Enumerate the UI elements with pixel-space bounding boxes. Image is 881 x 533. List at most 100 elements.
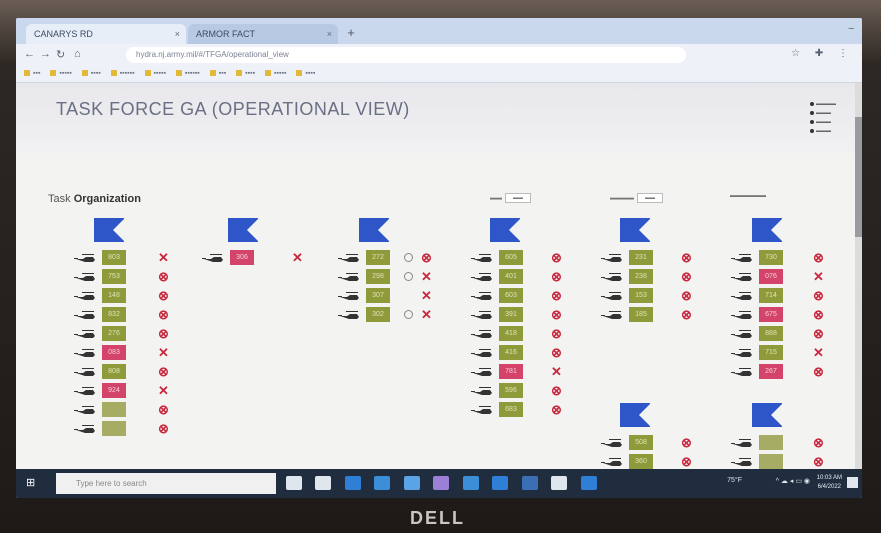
unit-flag-icon[interactable] [752,218,783,242]
circle-x-icon[interactable]: ⊗ [158,327,169,341]
tail-number-badge[interactable]: 888 [759,326,783,341]
circle-x-icon[interactable]: ⊗ [813,455,824,469]
app-icon[interactable] [551,476,568,490]
widgets-icon[interactable] [315,476,332,490]
tail-number-badge[interactable]: 416 [499,345,523,360]
aircraft-row[interactable]: 803 ✕ [74,250,172,266]
circle-x-icon[interactable]: ⊗ [551,270,562,284]
clock[interactable]: 10:03 AM 6/4/2022 [817,474,842,492]
circle-x-icon[interactable]: ⊗ [551,384,562,398]
unit-flag-icon[interactable] [359,218,390,242]
tail-number-badge[interactable]: 675 [759,307,783,322]
aircraft-row[interactable]: 307 ✕ [338,288,435,304]
aircraft-row[interactable]: ⊗ [731,435,827,451]
aircraft-row[interactable]: 360 ⊗ [601,454,695,470]
aircraft-row[interactable]: 888 ⊗ [731,326,827,342]
circle-x-icon[interactable]: ⊗ [813,308,824,322]
circle-x-icon[interactable]: ⊗ [813,365,824,379]
tail-number-badge[interactable] [102,402,126,417]
circle-x-icon[interactable]: ⊗ [681,455,692,469]
tail-number-badge[interactable]: 832 [102,307,126,322]
filter-control[interactable]: ▬▬ ▬▬ [490,193,531,203]
bookmark-item[interactable]: ▪▪▪▪▪ [50,66,72,82]
file-explorer-icon[interactable] [374,476,391,490]
aircraft-row[interactable]: 276 ⊗ [74,326,172,342]
tail-number-badge[interactable]: 231 [629,250,653,265]
aircraft-row[interactable]: 508 ⊗ [601,435,695,451]
tail-number-badge[interactable]: 730 [759,250,783,265]
bookmark-item[interactable]: ▪▪▪ [24,66,40,82]
tail-number-badge[interactable]: 714 [759,288,783,303]
circle-x-icon[interactable]: ⊗ [158,422,169,436]
close-icon[interactable]: ✕ [158,384,169,398]
aircraft-row[interactable]: ⊗ [74,421,172,437]
close-icon[interactable]: ✕ [813,270,824,284]
tail-number-badge[interactable]: 153 [629,288,653,303]
circle-x-icon[interactable]: ⊗ [681,289,692,303]
scrollbar[interactable] [855,83,862,469]
close-icon[interactable]: ✕ [813,346,824,360]
url-input[interactable]: hydra.nj.army.mil/#/TFGA/operational_vie… [126,47,686,63]
tail-number-badge[interactable]: 298 [366,269,390,284]
circle-x-icon[interactable]: ⊗ [551,327,562,341]
reload-icon[interactable]: ↻ [56,48,65,61]
circle-x-icon[interactable]: ⊗ [551,403,562,417]
teams-icon[interactable] [433,476,450,490]
aircraft-row[interactable]: ⊗ [74,402,172,418]
aircraft-row[interactable]: 596 ⊗ [471,383,565,399]
circle-x-icon[interactable]: ⊗ [681,308,692,322]
aircraft-row[interactable]: 267 ⊗ [731,364,827,380]
tail-number-badge[interactable]: 803 [102,250,126,265]
circle-x-icon[interactable]: ⊗ [681,436,692,450]
tail-number-badge[interactable]: 781 [499,364,523,379]
tail-number-badge[interactable]: 272 [366,250,390,265]
bookmark-item[interactable]: ▪▪▪▪ [236,66,255,82]
aircraft-row[interactable]: 808 ⊗ [74,364,172,380]
circle-x-icon[interactable]: ⊗ [158,270,169,284]
notification-icon[interactable] [847,477,858,488]
aircraft-row[interactable]: ⊗ [731,454,827,470]
circle-x-icon[interactable]: ⊗ [158,403,169,417]
aircraft-row[interactable]: 306 ✕ [202,250,306,266]
tail-number-badge[interactable]: 360 [629,454,653,469]
filter-control[interactable]: ▬▬▬▬▬▬ [610,193,663,203]
bookmark-item[interactable]: ▪▪▪▪▪ [265,66,286,82]
aircraft-row[interactable]: 272 ⊗ [338,250,435,266]
circle-x-icon[interactable]: ⊗ [813,327,824,341]
tail-number-badge[interactable]: 267 [759,364,783,379]
tail-number-badge[interactable]: 596 [499,383,523,398]
tail-number-badge[interactable]: 605 [499,250,523,265]
task-view-icon[interactable] [286,476,302,490]
aircraft-row[interactable]: 401 ⊗ [471,269,565,285]
aircraft-row[interactable]: 675 ⊗ [731,307,827,323]
circle-x-icon[interactable]: ⊗ [158,365,169,379]
circle-icon[interactable] [404,253,413,262]
unit-flag-icon[interactable] [752,403,783,427]
weather-temp[interactable]: 75°F [727,477,742,484]
aircraft-row[interactable]: 391 ⊗ [471,307,565,323]
bookmark-item[interactable]: ▪▪▪▪▪▪ [110,66,135,82]
new-tab-icon[interactable]: + [342,24,360,42]
aircraft-row[interactable]: 832 ⊗ [74,307,172,323]
aircraft-row[interactable]: 753 ⊗ [74,269,172,285]
windows-start-icon[interactable]: ⊞ [26,478,37,489]
circle-x-icon[interactable]: ⊗ [551,308,562,322]
tail-number-badge[interactable]: 401 [499,269,523,284]
bookmark-item[interactable]: ▪▪▪▪▪ [144,66,166,82]
circle-icon[interactable] [404,272,413,281]
tail-number-badge[interactable]: 148 [102,288,126,303]
tail-number-badge[interactable] [102,421,126,436]
aircraft-row[interactable]: 683 ⊗ [471,402,565,418]
close-icon[interactable]: ✕ [158,346,169,360]
circle-x-icon[interactable]: ⊗ [421,251,432,265]
close-icon[interactable]: ✕ [292,251,303,265]
aircraft-row[interactable]: 083 ✕ [74,345,172,361]
aircraft-row[interactable]: 153 ⊗ [601,288,695,304]
tail-number-badge[interactable]: 276 [102,326,126,341]
tail-number-badge[interactable]: 508 [629,435,653,450]
tail-number-badge[interactable] [759,435,783,450]
edge-icon[interactable] [344,476,361,490]
circle-x-icon[interactable]: ⊗ [681,251,692,265]
unit-flag-icon[interactable] [620,403,651,427]
aircraft-row[interactable]: 238 ⊗ [601,269,695,285]
